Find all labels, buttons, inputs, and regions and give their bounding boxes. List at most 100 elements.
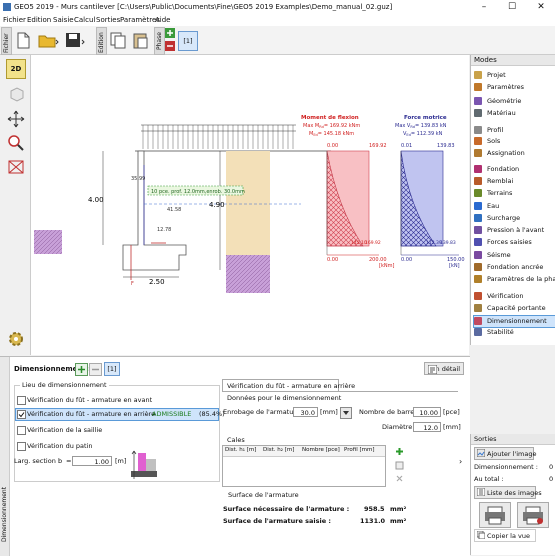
option-patin-label[interactable]: Vérification du patin — [27, 442, 92, 450]
mode-item-pression-a-l-avant[interactable]: Pression à l'avant — [474, 225, 554, 236]
menu-aide[interactable]: Aide — [155, 16, 170, 24]
menu-parametres[interactable]: Paramètres — [120, 16, 160, 24]
mode-item-parametres-de-la-phase[interactable]: Paramètres de la phase — [474, 274, 555, 285]
diametre-input[interactable]: 12.0 — [413, 422, 441, 432]
mode-item-parametres[interactable]: Paramètres — [474, 82, 554, 93]
remove-phase-icon[interactable] — [165, 41, 175, 51]
side-tab[interactable]: Dimensionnement — [0, 357, 10, 556]
mode-item-geometrie[interactable]: Géométrie — [474, 96, 554, 107]
phase-selector-bottom[interactable]: [1] — [104, 362, 120, 376]
app-icon — [3, 3, 11, 11]
stabilite-icon — [474, 328, 482, 336]
force-title: Force motrice — [404, 115, 447, 121]
drawing-canvas[interactable]: 4.00 4.90 2.50 35.99 41.58 12.78 10 pce.… — [31, 55, 469, 355]
enrobage-input[interactable]: 30.0 — [293, 407, 318, 417]
maximize-button[interactable]: ☐ — [498, 0, 526, 15]
add-cale-icon[interactable] — [395, 447, 404, 456]
mode-item-eau[interactable]: Eau — [474, 201, 554, 212]
settings-gear-icon[interactable] — [6, 329, 26, 349]
mode-item-verification[interactable]: Vérification — [474, 291, 554, 302]
mode-item-projet[interactable]: Projet — [474, 70, 554, 81]
mode-item-fondation-ancree[interactable]: Fondation ancrée — [474, 262, 554, 273]
collapse-chevron-icon[interactable]: › — [459, 457, 467, 467]
mode-item-label: Géométrie — [487, 97, 522, 105]
view-2d-button[interactable]: 2D — [6, 59, 26, 79]
detail-button[interactable]: En détail — [424, 362, 464, 375]
mode-item-label: Sols — [487, 137, 501, 145]
tab-fichier[interactable]: Fichier — [1, 27, 12, 55]
toolbar: Fichier Edition Phase [1] — [0, 26, 555, 55]
mode-item-seisme[interactable]: Séisme — [474, 250, 554, 261]
remove-icon[interactable] — [89, 363, 102, 376]
moment-title: Moment de flexion — [301, 115, 359, 121]
option-arriere-label[interactable]: Vérification du fût - armature en arrièr… — [27, 410, 155, 418]
add-image-button[interactable]: Ajouter l'image — [474, 447, 536, 460]
option-saillie-label[interactable]: Vérification de la saillie — [27, 426, 102, 434]
mode-item-fondation[interactable]: Fondation — [474, 164, 554, 175]
dropdown-arrow-icon[interactable] — [340, 407, 352, 419]
open-folder-icon[interactable] — [38, 31, 59, 49]
mode-item-remblai[interactable]: Remblai — [474, 176, 554, 187]
copy-view-button[interactable]: Copier la vue — [474, 529, 536, 542]
dim-height-label: 4.00 — [88, 196, 104, 204]
menu-fichier[interactable]: Fichier — [3, 16, 26, 24]
print-export-icon[interactable] — [517, 502, 549, 528]
delete-cale-icon[interactable] — [395, 474, 404, 483]
materiau-icon — [474, 109, 482, 117]
option-avant-label[interactable]: Vérification du fût - armature en avant — [27, 396, 152, 404]
mode-item-capacite-portante[interactable]: Capacité portante — [474, 303, 554, 314]
b-width-input[interactable]: 1.00 — [72, 456, 112, 466]
move-icon[interactable] — [6, 109, 26, 129]
mode-item-stabilite[interactable]: Stabilité — [474, 327, 554, 338]
tab-phase[interactable]: Phase — [154, 27, 165, 55]
mode-item-profil[interactable]: Profil — [474, 125, 554, 136]
close-button[interactable]: ✕ — [527, 0, 555, 15]
mode-item-forces-saisies[interactable]: Forces saisies — [474, 237, 554, 248]
mode-item-surcharge[interactable]: Surcharge — [474, 213, 554, 224]
menu-sorties[interactable]: Sorties — [96, 16, 120, 24]
surface-group-label: Surface de l'armature — [228, 491, 299, 499]
capacite-portante-icon — [474, 304, 482, 312]
zoom-extents-icon[interactable] — [6, 157, 26, 177]
edit-cale-icon[interactable] — [395, 461, 404, 470]
dim-c-label: 12.78 — [157, 227, 171, 233]
option-saillie-checkbox[interactable] — [17, 426, 26, 435]
tab-edition[interactable]: Edition — [96, 27, 107, 55]
larg-section-label: Larg. section : — [14, 457, 61, 465]
save-icon[interactable] — [64, 31, 85, 49]
option-arriere-checkbox[interactable] — [17, 410, 26, 419]
new-file-icon[interactable] — [14, 31, 32, 49]
dim-height2-label: 4.90 — [209, 201, 225, 209]
parametres-icon — [474, 83, 482, 91]
option-avant-checkbox[interactable] — [17, 396, 26, 405]
mode-item-assignation[interactable]: Assignation — [474, 148, 554, 159]
add-phase-icon[interactable] — [165, 28, 175, 38]
option-patin-checkbox[interactable] — [17, 442, 26, 451]
mode-item-materiau[interactable]: Matériau — [474, 108, 554, 119]
paste-icon[interactable] — [131, 31, 149, 49]
dim-a-label: 35.99 — [131, 176, 145, 182]
total-count-label: Au total : — [474, 475, 504, 483]
list-images-button[interactable]: Liste des images — [474, 486, 542, 499]
menu-edition[interactable]: Edition — [27, 16, 51, 24]
cales-table[interactable]: Dist. h₁ [m] Dist. h₂ [m] Nombre [pce] P… — [222, 445, 386, 487]
mode-item-sols[interactable]: Sols — [474, 136, 554, 147]
add-icon[interactable] — [75, 363, 88, 376]
modes-panel: Modes Projet Paramètres Géométrie Matériau P… — [470, 55, 555, 345]
mode-item-terrains[interactable]: Terrains — [474, 188, 554, 199]
b-unit: [m] — [115, 457, 127, 465]
zoom-icon[interactable] — [6, 133, 26, 153]
menu-saisie[interactable]: Saisie — [53, 16, 74, 24]
print-icon[interactable] — [479, 502, 511, 528]
copy-icon[interactable] — [109, 31, 127, 49]
projet-icon — [474, 71, 482, 79]
utilization-percent: (85.4%) — [199, 410, 225, 418]
minimize-button[interactable]: – — [470, 0, 498, 15]
remblai-icon — [474, 177, 482, 185]
nombre-input[interactable]: 10.00 — [413, 407, 441, 417]
phase-selector[interactable]: [1] — [178, 31, 198, 51]
view-3d-icon[interactable] — [6, 83, 26, 103]
admissible-status: ADMISSIBLE — [152, 410, 192, 418]
menu-calcul[interactable]: Calcul — [74, 16, 95, 24]
modes-header: Modes — [471, 55, 555, 66]
